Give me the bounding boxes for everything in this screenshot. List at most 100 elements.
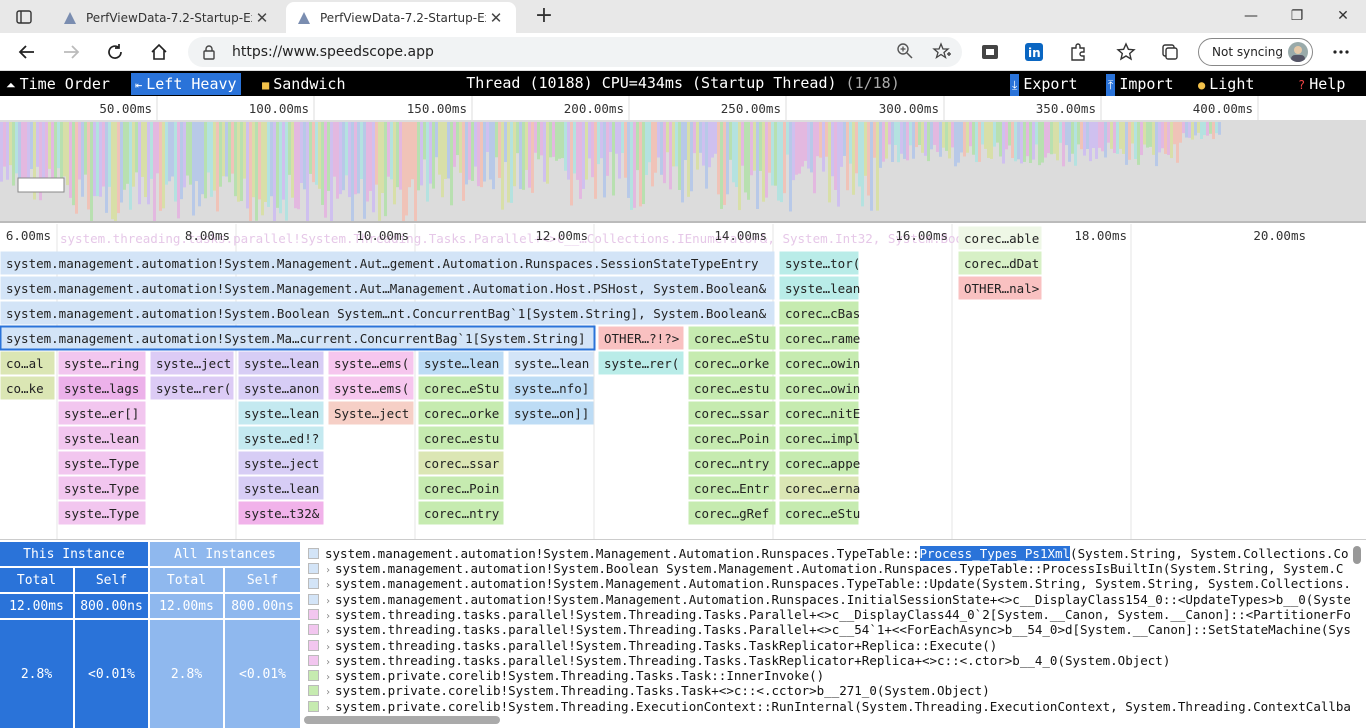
flame-frame[interactable]: corec…erna [779, 476, 861, 500]
flame-frame[interactable]: syste…ems( [328, 351, 414, 375]
stack-frame[interactable]: › system.threading.tasks.parallel!System.… [304, 607, 1350, 622]
import-button[interactable]: ⤒ Import [1102, 73, 1178, 96]
flame-chart-canvas[interactable]: system.threading.tasks.parallel!System.T… [0, 224, 1366, 540]
flame-frame[interactable]: corec…able [958, 226, 1042, 250]
flame-frame[interactable]: syste…tor( [779, 251, 861, 275]
stack-frame[interactable]: › system.private.corelib!System.Threading… [304, 683, 990, 698]
url-text[interactable]: https://www.speedscope.app [232, 44, 434, 60]
flame-frame[interactable]: syste…t32& [238, 501, 324, 525]
flame-frame[interactable]: system.management.automation!System.Mana… [0, 251, 775, 275]
sandwich-tab[interactable]: ■ Sandwich [258, 73, 349, 95]
close-tab-icon[interactable]: ✕ [486, 9, 506, 27]
lock-icon[interactable] [202, 44, 216, 60]
flame-frame[interactable]: syste…lean [508, 351, 594, 375]
extension-screenshot-icon[interactable] [980, 42, 1000, 62]
flame-frame[interactable]: corec…eStu [418, 376, 504, 400]
flame-frame[interactable]: syste…nfo] [508, 376, 594, 400]
flame-frame[interactable]: syste…ring [58, 351, 146, 375]
profile-sync-button[interactable]: Not syncing [1198, 38, 1313, 66]
flame-frame[interactable]: corec…estu [688, 376, 776, 400]
expand-chevron-icon[interactable]: › [325, 701, 335, 714]
home-button[interactable] [144, 37, 174, 67]
flame-frame[interactable]: syste…ject [238, 451, 324, 475]
flame-frame[interactable]: corec…eStu [688, 326, 776, 350]
flame-frame[interactable]: corec…ntry [418, 501, 504, 525]
flame-frame[interactable]: corec…orke [418, 401, 504, 425]
theme-toggle-button[interactable]: ● Light [1194, 73, 1258, 95]
stack-frame[interactable]: › system.threading.tasks.parallel!System.… [304, 638, 997, 653]
stack-frame-selected[interactable]: system.management.automation!System.Mana… [304, 546, 1350, 561]
flame-frame[interactable]: syste…lean [238, 351, 324, 375]
flame-frame[interactable]: corec…Poin [688, 426, 776, 450]
stack-trace-list[interactable]: system.management.automation!System.Mana… [304, 544, 1350, 714]
workspaces-icon[interactable] [8, 6, 40, 28]
scroll-thumb[interactable] [304, 716, 500, 724]
stack-horizontal-scrollbar[interactable] [304, 714, 1350, 726]
settings-more-icon[interactable] [1326, 37, 1356, 67]
minimize-window-icon[interactable]: — [1228, 0, 1274, 33]
stack-frame[interactable]: › system.private.corelib!System.Threading… [304, 699, 1350, 714]
flame-frame[interactable]: corec…dDat [958, 251, 1042, 275]
timeline-minimap[interactable]: 50.00ms 100.00ms 150.00ms 200.00ms 250.00ms 3… [0, 96, 1366, 223]
flame-frame[interactable]: syste…ed!? [238, 426, 324, 450]
browser-tab-2[interactable]: PerfViewData-7.2-Startup-Exit-Js ✕ [286, 2, 516, 33]
flame-frame[interactable]: corec…owin [779, 351, 861, 375]
stack-frame[interactable]: › system.management.automation!System.Boo… [304, 561, 1343, 576]
minimap-viewport[interactable] [17, 177, 65, 193]
flame-frame[interactable]: corec…orke [688, 351, 776, 375]
stack-frame[interactable]: › system.management.automation!System.Man… [304, 592, 1350, 607]
flame-chart[interactable]: system.threading.tasks.parallel!System.T… [0, 224, 1366, 540]
left-heavy-tab[interactable]: ⇤ Left Heavy [131, 73, 241, 95]
forward-button[interactable] [56, 37, 86, 67]
flame-frame[interactable]: corec…rame [779, 326, 861, 350]
restore-window-icon[interactable]: ❐ [1274, 0, 1320, 33]
flame-frame[interactable]: co…al [0, 351, 55, 375]
stack-frame[interactable]: › system.threading.tasks.parallel!System.… [304, 653, 1170, 668]
flame-frame[interactable]: corec…Poin [418, 476, 504, 500]
refresh-button[interactable] [100, 37, 130, 67]
flame-frame[interactable]: system.management.automation!System.Ma…c… [0, 325, 596, 351]
flame-frame[interactable]: syste…on]] [508, 401, 594, 425]
flame-frames[interactable]: corec…able system.management.automation!S… [0, 226, 1042, 525]
flame-frame[interactable]: syste…lags [58, 376, 146, 400]
close-tab-icon[interactable]: ✕ [252, 9, 272, 27]
flame-frame[interactable]: syste…rer( [150, 376, 234, 400]
flame-frame[interactable]: syste…lean [418, 351, 504, 375]
flame-frame[interactable]: syste…ems( [328, 376, 414, 400]
flame-frame[interactable]: syste…ject [150, 351, 234, 375]
flame-frame[interactable]: corec…gRef [688, 501, 776, 525]
flame-frame[interactable]: corec…ssar [688, 401, 776, 425]
collections-icon[interactable] [1160, 42, 1180, 62]
browser-tab-1[interactable]: PerfViewData-7.2-Startup-Exit-Js ✕ [52, 2, 282, 33]
stack-frame[interactable]: › system.threading.tasks.parallel!System.… [304, 622, 1350, 637]
flame-frame[interactable]: corec…impl [779, 426, 861, 450]
flame-frame[interactable]: corec…ntry [688, 451, 776, 475]
flame-frame[interactable]: syste…Type [58, 476, 146, 500]
flame-frame[interactable]: corec…appe [779, 451, 861, 475]
url-bar[interactable]: https://www.speedscope.app [188, 37, 962, 67]
scroll-thumb[interactable] [1353, 546, 1361, 564]
flame-frame[interactable]: syste…rer( [598, 351, 684, 375]
stack-frame[interactable]: › system.private.corelib!System.Threading… [304, 668, 824, 683]
export-button[interactable]: ⤓ Export [1006, 73, 1082, 96]
flame-frame[interactable]: system.management.automation!System.Bool… [0, 301, 775, 325]
flame-frame[interactable]: syste…er[] [58, 401, 146, 425]
flame-frame[interactable]: syste…lean [238, 401, 324, 425]
flame-frame[interactable]: corec…ssar [418, 451, 504, 475]
close-window-icon[interactable]: ✕ [1320, 0, 1366, 33]
minimap-canvas[interactable]: 50.00ms 100.00ms 150.00ms 200.00ms 250.00ms 3… [0, 96, 1366, 223]
flame-frame[interactable]: syste…lean [238, 476, 324, 500]
time-order-tab[interactable]: ⏶ Time Order [2, 73, 114, 95]
back-button[interactable] [12, 37, 42, 67]
linkedin-icon[interactable]: in [1024, 42, 1044, 62]
new-tab-button[interactable]: + [530, 4, 558, 30]
flame-frame[interactable]: corec…estu [418, 426, 504, 450]
flame-frame[interactable]: corec…eStu [779, 501, 861, 525]
flame-frame[interactable]: syste…lean [58, 426, 146, 450]
zoom-icon[interactable] [896, 42, 914, 60]
add-favorite-icon[interactable] [932, 42, 952, 60]
stack-vertical-scrollbar[interactable] [1352, 544, 1362, 714]
flame-frame[interactable]: OTHER…nal> [958, 276, 1042, 300]
flame-frame[interactable]: OTHER…?!?> [598, 326, 684, 350]
flame-frame[interactable]: co…ke [0, 376, 55, 400]
